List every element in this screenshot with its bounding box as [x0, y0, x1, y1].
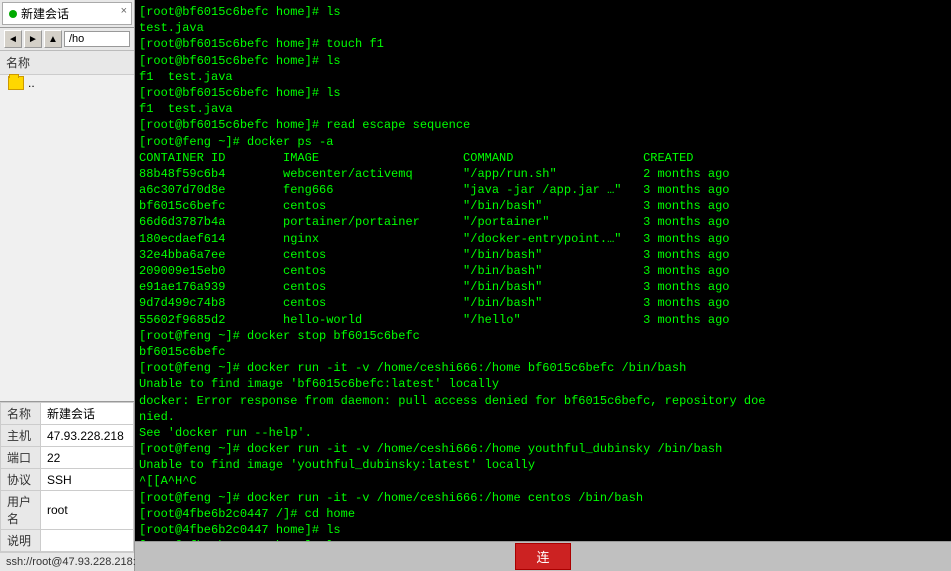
sidebar-body: 名称 ..	[0, 51, 134, 401]
info-row: 端口22	[1, 447, 134, 469]
terminal-line: [root@4fbe6b2c0447 /]# cd home	[139, 506, 947, 522]
back-button[interactable]: ◄	[4, 30, 22, 48]
info-row: 用户名root	[1, 491, 134, 530]
tree-header: 名称	[0, 51, 134, 75]
sidebar-top: 新建会话 ×	[0, 0, 134, 28]
forward-button[interactable]: ►	[24, 30, 42, 48]
info-row: 名称新建会话	[1, 403, 134, 425]
connect-bar: 连	[135, 541, 951, 571]
up-button[interactable]: ▲	[44, 30, 62, 48]
info-label: 说明	[1, 530, 41, 552]
terminal-line: bf6015c6befc	[139, 344, 947, 360]
info-label: 端口	[1, 447, 41, 469]
terminal-line: 9d7d499c74b8 centos "/bin/bash" 3 months…	[139, 295, 947, 311]
terminal-line: See 'docker run --help'.	[139, 425, 947, 441]
terminal-line: [root@bf6015c6befc home]# ls	[139, 4, 947, 20]
terminal-line: f1 test.java	[139, 101, 947, 117]
terminal[interactable]: [root@bf6015c6befc home]# lstest.java[ro…	[135, 0, 951, 541]
info-value: SSH	[41, 469, 134, 491]
status-dot	[9, 10, 17, 18]
info-label: 用户名	[1, 491, 41, 530]
info-label: 协议	[1, 469, 41, 491]
terminal-line: CONTAINER ID IMAGE COMMAND CREATED	[139, 150, 947, 166]
terminal-line: docker: Error response from daemon: pull…	[139, 393, 947, 409]
sidebar-lower: 名称新建会话主机47.93.228.218端口22协议SSH用户名root说明 …	[0, 401, 134, 571]
info-row: 主机47.93.228.218	[1, 425, 134, 447]
terminal-line: [root@bf6015c6befc home]# touch f1	[139, 36, 947, 52]
terminal-line: f1 test.java	[139, 69, 947, 85]
info-value: 22	[41, 447, 134, 469]
terminal-line: test.java	[139, 20, 947, 36]
info-label: 主机	[1, 425, 41, 447]
terminal-line: 180ecdaef614 nginx "/docker-entrypoint.……	[139, 231, 947, 247]
terminal-line: 88b48f59c6b4 webcenter/activemq "/app/ru…	[139, 166, 947, 182]
terminal-line: Unable to find image 'bf6015c6befc:lates…	[139, 376, 947, 392]
info-row: 说明	[1, 530, 134, 552]
terminal-line: 55602f9685d2 hello-world "/hello" 3 mont…	[139, 312, 947, 328]
connect-button[interactable]: 连	[515, 543, 570, 570]
close-button[interactable]: ×	[121, 5, 127, 17]
terminal-line: [root@feng ~]# docker stop bf6015c6befc	[139, 328, 947, 344]
terminal-line: [root@feng ~]# docker run -it -v /home/c…	[139, 441, 947, 457]
terminal-line: Unable to find image 'youthful_dubinsky:…	[139, 457, 947, 473]
terminal-line: [root@bf6015c6befc home]# read escape se…	[139, 117, 947, 133]
info-row: 协议SSH	[1, 469, 134, 491]
terminal-line: 66d6d3787b4a portainer/portainer "/porta…	[139, 214, 947, 230]
folder-icon	[8, 76, 24, 90]
terminal-line: 32e4bba6a7ee centos "/bin/bash" 3 months…	[139, 247, 947, 263]
info-value	[41, 530, 134, 552]
terminal-line: 209009e15eb0 centos "/bin/bash" 3 months…	[139, 263, 947, 279]
session-info-table: 名称新建会话主机47.93.228.218端口22协议SSH用户名root说明	[0, 402, 134, 552]
terminal-line: e91ae176a939 centos "/bin/bash" 3 months…	[139, 279, 947, 295]
info-label: 名称	[1, 403, 41, 425]
terminal-line: [root@4fbe6b2c0447 home]# ls	[139, 522, 947, 538]
nav-bar: ◄ ► ▲ /ho	[0, 28, 134, 51]
terminal-line: [root@feng ~]# docker run -it -v /home/c…	[139, 490, 947, 506]
terminal-line: [root@bf6015c6befc home]# ls	[139, 53, 947, 69]
terminal-line: a6c307d70d8e feng666 "java -jar /app.jar…	[139, 182, 947, 198]
terminal-line: [root@bf6015c6befc home]# ls	[139, 85, 947, 101]
terminal-line: [root@feng ~]# docker run -it -v /home/c…	[139, 360, 947, 376]
info-value: 新建会话	[41, 403, 134, 425]
sidebar: 新建会话 × ◄ ► ▲ /ho 名称 .. 名称新建会话主机47.93.228…	[0, 0, 135, 571]
info-value: 47.93.228.218	[41, 425, 134, 447]
status-bar: ssh://root@47.93.228.218:22	[0, 552, 134, 571]
terminal-line: ^[[A^H^C	[139, 473, 947, 489]
terminal-line: bf6015c6befc centos "/bin/bash" 3 months…	[139, 198, 947, 214]
main-area: [root@bf6015c6befc home]# lstest.java[ro…	[135, 0, 951, 571]
tree-item-parent[interactable]: ..	[0, 75, 134, 91]
session-tab[interactable]: 新建会话 ×	[2, 2, 132, 25]
nav-path[interactable]: /ho	[64, 31, 130, 47]
terminal-line: [root@feng ~]# docker ps -a	[139, 134, 947, 150]
session-label: 新建会话	[21, 5, 69, 22]
info-value: root	[41, 491, 134, 530]
terminal-line: nied.	[139, 409, 947, 425]
tree-item-label: ..	[28, 76, 35, 90]
